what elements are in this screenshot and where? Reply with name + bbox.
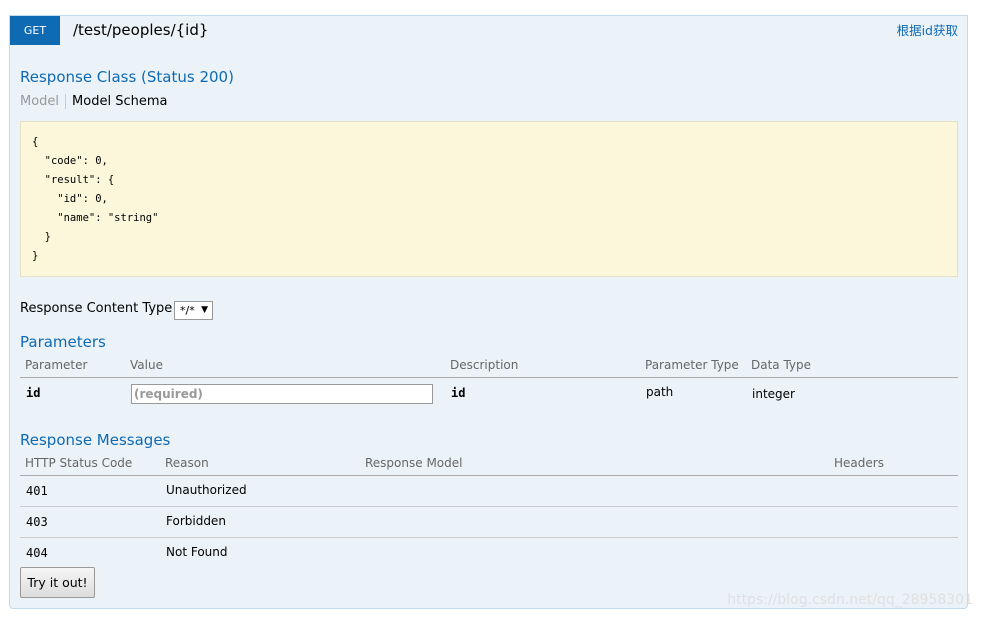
param-data-type: integer — [752, 387, 795, 401]
param-description: id — [451, 386, 466, 400]
tab-model[interactable]: Model — [20, 94, 67, 109]
resp-code: 403 — [26, 515, 48, 529]
param-header-value: Value — [130, 358, 163, 372]
response-messages-title: Response Messages — [20, 431, 171, 449]
resp-reason: Unauthorized — [166, 483, 247, 497]
param-header-data-type: Data Type — [751, 358, 812, 372]
content-type-value: */* — [180, 304, 195, 317]
schema-line: "id": 0, — [32, 193, 108, 205]
watermark: https://blog.csdn.net/qq_28958301 — [727, 592, 973, 608]
content-type-label: Response Content Type — [20, 301, 173, 316]
try-it-out-button[interactable]: Try it out! — [20, 567, 95, 598]
response-class-title: Response Class (Status 200) — [20, 68, 234, 86]
schema-line: "code": 0, — [32, 155, 108, 167]
row-divider — [20, 506, 958, 507]
schema-line: "result": { — [32, 174, 115, 186]
schema-line: } — [32, 250, 39, 262]
param-type: path — [646, 385, 674, 399]
chevron-down-icon: ▼ — [201, 305, 208, 315]
resp-header-headers: Headers — [834, 456, 884, 470]
endpoint-panel: GET /test/peoples/{id} 根据id获取 Response C… — [9, 15, 968, 609]
resp-header-status-code: HTTP Status Code — [25, 456, 133, 470]
resp-reason: Not Found — [166, 545, 228, 559]
param-header-parameter-type: Parameter Type — [645, 358, 739, 372]
http-method-badge[interactable]: GET — [10, 16, 60, 45]
model-tabs: Model Model Schema — [20, 94, 167, 109]
resp-reason: Forbidden — [166, 514, 226, 528]
param-header-description: Description — [450, 358, 519, 372]
param-id-input[interactable]: (required) — [131, 384, 433, 404]
schema-line: } — [32, 231, 51, 243]
row-divider — [20, 537, 958, 538]
resp-code: 404 — [26, 546, 48, 560]
resp-code: 401 — [26, 484, 48, 498]
resp-header-divider — [20, 475, 958, 476]
content-type-select[interactable]: */* ▼ — [174, 301, 213, 320]
schema-line: { — [32, 136, 39, 148]
param-name: id — [26, 386, 41, 400]
param-header-parameter: Parameter — [25, 358, 88, 372]
model-schema-box[interactable]: { "code": 0, "result": { "id": 0, "name"… — [20, 121, 958, 277]
parameters-title: Parameters — [20, 333, 106, 351]
schema-line: "name": "string" — [32, 212, 159, 224]
endpoint-summary[interactable]: 根据id获取 — [897, 16, 958, 45]
tab-model-schema[interactable]: Model Schema — [66, 94, 167, 109]
resp-header-reason: Reason — [165, 456, 209, 470]
endpoint-heading[interactable]: GET /test/peoples/{id} 根据id获取 — [10, 16, 967, 45]
resp-header-response-model: Response Model — [365, 456, 463, 470]
param-header-divider — [20, 377, 958, 378]
endpoint-path[interactable]: /test/peoples/{id} — [73, 16, 208, 45]
